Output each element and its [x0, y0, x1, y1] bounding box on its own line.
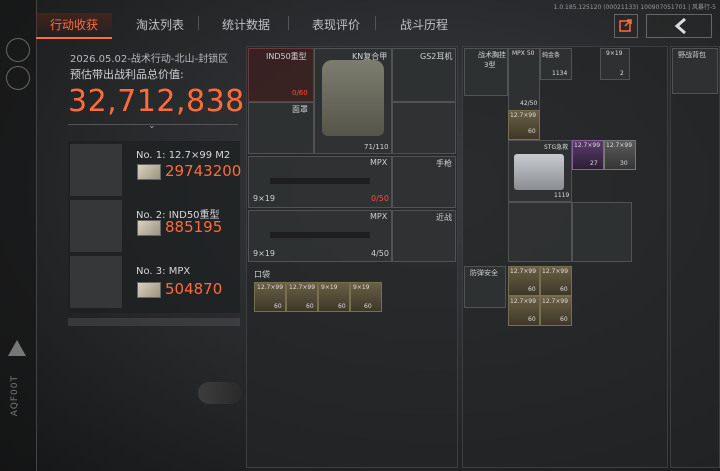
- primary-1-caliber: 9×19: [253, 194, 275, 203]
- rank-1-name: No. 1: 12.7×99 M2: [136, 150, 231, 161]
- melee-label: 近战: [436, 213, 452, 222]
- helmet-name: IND50重型: [266, 52, 307, 61]
- safe-item-count: 60: [560, 286, 568, 293]
- smg-icon: [70, 256, 122, 308]
- pocket-item-caliber: 9×19: [321, 284, 338, 291]
- bullet-deco: [198, 382, 242, 404]
- smg-icon: [270, 178, 370, 184]
- ammo-127-count: 60: [528, 128, 536, 135]
- tab-battle-history[interactable]: 战斗历程: [400, 13, 448, 37]
- tab-divider: [198, 16, 199, 30]
- helmet-icon: [70, 200, 122, 252]
- pocket-item-count: 60: [306, 303, 314, 310]
- rig-sub: 3型: [484, 61, 496, 69]
- mag-name: MPX 50: [512, 50, 535, 57]
- medkit-icon: [514, 154, 564, 190]
- medkit-name: STG急救: [544, 144, 569, 151]
- primary-1-name: MPX: [370, 158, 388, 167]
- rig-name: 战术胸挂: [478, 51, 506, 59]
- armor-icon: [322, 60, 384, 136]
- armor-name: KN复合甲: [352, 52, 388, 61]
- match-date: 2026.05.02-战术行动-北山-封锁区: [70, 54, 229, 65]
- mag-count: 42/50: [520, 100, 538, 107]
- face-name: 面罩: [292, 105, 308, 114]
- empty-slot[interactable]: [508, 202, 572, 262]
- cash-icon: [137, 282, 161, 298]
- pocket-item-count: 60: [274, 303, 282, 310]
- warning-icon: [8, 340, 26, 356]
- ammo-127-purple-count: 27: [590, 160, 598, 167]
- share-icon: [619, 19, 632, 32]
- safe-item-count: 60: [528, 286, 536, 293]
- field-backpack-name: 野战背包: [678, 51, 706, 59]
- right-panel: [670, 46, 720, 468]
- ammo-9-count: 2: [620, 70, 624, 77]
- compass-icon: [6, 38, 30, 62]
- pocket-item-count: 60: [364, 303, 372, 310]
- headset-name: GS2耳机: [420, 52, 453, 61]
- safe-item-caliber: 12.7×99: [542, 298, 569, 305]
- ammo-box-icon: [70, 144, 122, 196]
- pocket-item-caliber: 12.7×99: [257, 284, 284, 291]
- pocket-item-caliber: 9×19: [353, 284, 370, 291]
- primary-2-ammo: 4/50: [371, 249, 389, 258]
- back-button[interactable]: [646, 14, 712, 38]
- estimate-label: 预估带出战利品总价值:: [70, 68, 184, 81]
- gold-bar-count: 1134: [552, 70, 568, 77]
- ammo-127-name: 12.7×99: [510, 112, 537, 119]
- tab-performance[interactable]: 表现评价: [312, 13, 360, 37]
- safe-box-name: 防弹安全: [470, 269, 498, 277]
- bottom-bar: [68, 318, 240, 326]
- share-button[interactable]: [614, 14, 638, 38]
- tab-loot[interactable]: 行动收获: [36, 13, 113, 39]
- rail-label: AQF00T: [10, 375, 20, 417]
- smg-icon: [270, 232, 370, 238]
- cash-icon: [137, 164, 161, 180]
- rank-3-value: 504870: [165, 280, 223, 298]
- rank-2-value: 885195: [165, 218, 223, 236]
- chevron-left-icon: [674, 17, 686, 35]
- medkit-count: 1119: [554, 192, 570, 199]
- safe-item-caliber: 12.7×99: [510, 298, 537, 305]
- ammo-127-purple-name: 12.7×99: [574, 142, 601, 149]
- primary-1-ammo: 0/50: [371, 194, 389, 203]
- chevron-down-icon[interactable]: ⌄: [148, 121, 156, 131]
- safe-item-count: 60: [528, 316, 536, 323]
- empty-slot[interactable]: [572, 202, 632, 262]
- pouch-label: 口袋: [254, 270, 270, 279]
- tab-divider: [375, 16, 376, 30]
- tab-eliminations[interactable]: 淘汰列表: [136, 13, 184, 37]
- safe-item-count: 60: [560, 316, 568, 323]
- total-value: 32,712,838: [68, 84, 245, 119]
- left-rail: AQF00T: [0, 0, 37, 471]
- pistol-label: 手枪: [436, 159, 452, 168]
- version-text: 1.0.185.125120 (00021133) 100907051701 |…: [553, 4, 716, 11]
- target-icon: [6, 66, 30, 90]
- ammo-127-silver-name: 12.7×99: [606, 142, 633, 149]
- pocket-item-caliber: 12.7×99: [289, 284, 316, 291]
- safe-item-caliber: 12.7×99: [510, 268, 537, 275]
- rank-1-value: 29743200: [165, 162, 242, 180]
- primary-2-caliber: 9×19: [253, 249, 275, 258]
- empty-slot[interactable]: [392, 102, 456, 154]
- tab-divider: [288, 16, 289, 30]
- gold-bar-name: 纯金条: [542, 52, 561, 59]
- armor-durability: 71/110: [364, 143, 389, 151]
- ammo-9-name: 9×19: [606, 50, 623, 57]
- safe-item-caliber: 12.7×99: [542, 268, 569, 275]
- cash-icon: [137, 220, 161, 236]
- tab-stats[interactable]: 统计数据: [222, 13, 270, 37]
- helmet-durability: 0/60: [292, 89, 308, 97]
- ammo-127-silver-count: 30: [620, 160, 628, 167]
- rank-3-name: No. 3: MPX: [136, 266, 191, 277]
- primary-2-name: MPX: [370, 212, 388, 221]
- pocket-item-count: 60: [338, 303, 346, 310]
